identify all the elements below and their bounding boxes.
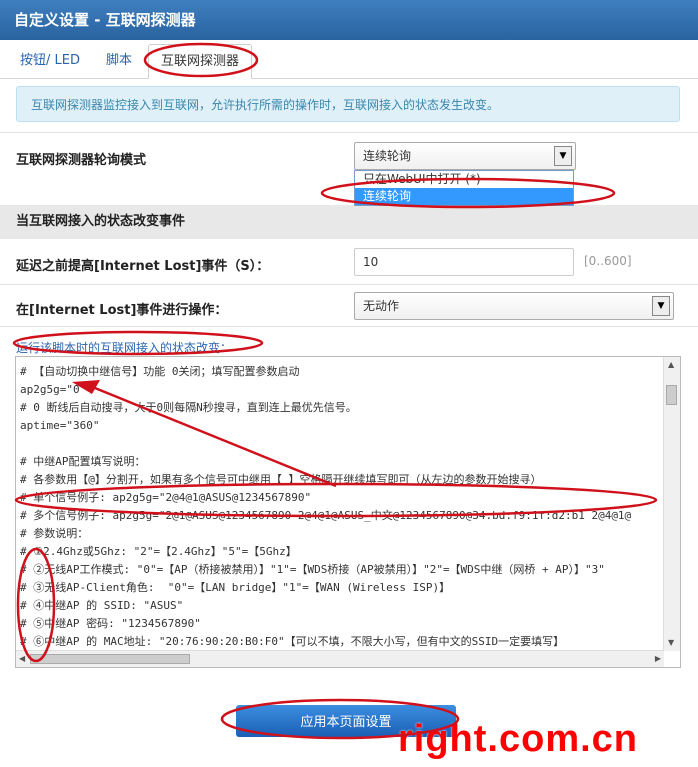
info-message: 互联网探测器监控接入到互联网，允许执行所需的操作时，互联网接入的状态发生改变。	[16, 86, 680, 122]
scroll-right-icon[interactable]: ▶	[655, 653, 661, 665]
code-line: # 单个信号例子: ap2g5g="2@4@1@ASUS@1234567890"	[20, 491, 312, 504]
divider	[0, 326, 698, 327]
poll-mode-select[interactable]: 连续轮询 ▼	[354, 142, 576, 170]
scroll-left-icon[interactable]: ◀	[19, 653, 25, 665]
code-line: # ⑥中继AP 的 MAC地址: "20:76:90:20:B0:F0"【可以不…	[20, 635, 565, 648]
code-line: # ②无线AP工作模式: "0"=【AP（桥接被禁用）】"1"=【WDS桥接（A…	[20, 563, 605, 576]
horizontal-scrollbar[interactable]: ◀ ▶	[16, 650, 664, 667]
code-line: # ⑤中继AP 密码: "1234567890"	[20, 617, 201, 630]
code-line: ap2g5g="0"	[20, 383, 87, 396]
divider	[0, 284, 698, 285]
delay-label: 延迟之前提高[Internet Lost]事件（S）：	[16, 259, 270, 274]
scroll-down-icon[interactable]: ▼	[668, 637, 674, 649]
horizontal-scroll-thumb[interactable]	[30, 654, 190, 664]
poll-mode-option-continuous[interactable]: 连续轮询	[355, 188, 573, 205]
script-editor[interactable]: # 【自动切换中继信号】功能 0关闭；填写配置参数启动 ap2g5g="0" # 0…	[15, 356, 681, 668]
code-line: # 各参数用【@】分割开，如果有多个信号可中继用【 】空格隔开继续填写即可（从左…	[20, 473, 542, 486]
tab-internet-detector[interactable]: 互联网探测器	[148, 44, 253, 79]
poll-mode-option-webui[interactable]: 只在WebUI中打开 (*)	[355, 171, 573, 188]
divider	[0, 132, 698, 133]
poll-mode-dropdown: 只在WebUI中打开 (*) 连续轮询	[354, 170, 574, 206]
scroll-up-icon[interactable]: ▲	[668, 359, 674, 371]
watermark-text: right.com.cn	[398, 718, 639, 760]
chevron-down-icon[interactable]: ▼	[652, 296, 670, 316]
vertical-scroll-thumb[interactable]	[666, 385, 677, 405]
code-line: # 参数说明：	[20, 527, 89, 540]
code-line: # 多个信号例子: ap2g5g="2@1@ASUS@1234567890 2@…	[20, 509, 632, 522]
action-select[interactable]: 无动作 ▼	[354, 292, 674, 320]
chevron-down-icon[interactable]: ▼	[554, 146, 572, 166]
code-line: aptime="360"	[20, 419, 100, 432]
tab-bar: 按钮/ LED 脚本 互联网探测器	[0, 40, 698, 79]
tab-buttons-led[interactable]: 按钮/ LED	[8, 44, 92, 77]
tab-script[interactable]: 脚本	[94, 44, 144, 77]
code-line: # ③无线AP-Client角色: "0"=【LAN bridge】"1"=【W…	[20, 581, 451, 594]
code-line: # 0 断线后自动搜寻，大于0则每隔N秒搜寻，直到连上最优先信号。	[20, 401, 357, 414]
code-line: # ④中继AP 的 SSID: "ASUS"	[20, 599, 184, 612]
vertical-scrollbar[interactable]: ▲ ▼	[663, 357, 680, 651]
script-code[interactable]: # 【自动切换中继信号】功能 0关闭；填写配置参数启动 ap2g5g="0" # 0…	[20, 363, 662, 651]
script-label: 运行该脚本时的互联网接入的状态改变：	[16, 341, 233, 355]
code-line: # 【自动切换中继信号】功能 0关闭；填写配置参数启动	[20, 365, 300, 378]
delay-input[interactable]: 10	[354, 248, 574, 276]
delay-range-hint: [0..600]	[584, 254, 632, 268]
code-line: # ①2.4Ghz或5Ghz: "2"=【2.4Ghz】"5"=【5Ghz】	[20, 545, 297, 558]
code-line: # 中继AP配置填写说明：	[20, 455, 146, 468]
section-title: 当互联网接入的状态改变事件	[0, 205, 698, 239]
poll-mode-label: 互联网探测器轮询模式	[16, 153, 147, 168]
poll-mode-value: 连续轮询	[363, 149, 412, 163]
action-label: 在[Internet Lost]事件进行操作：	[16, 303, 228, 318]
window-title: 自定义设置 - 互联网探测器	[0, 0, 698, 40]
action-value: 无动作	[363, 299, 400, 313]
